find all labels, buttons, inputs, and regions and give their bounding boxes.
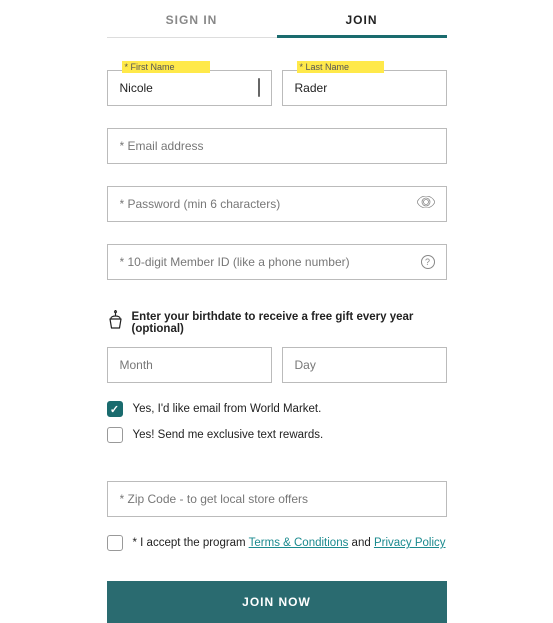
first-name-field: * First Name (107, 70, 272, 106)
opt-email-row: Yes, I'd like email from World Market. (107, 401, 447, 417)
contacts-icon (258, 79, 260, 97)
name-row: * First Name * Last Name (107, 70, 447, 106)
terms-label: * I accept the program Terms & Condition… (133, 537, 446, 549)
terms-checkbox[interactable] (107, 535, 123, 551)
opt-text-label: Yes! Send me exclusive text rewards. (133, 429, 324, 441)
birthday-prompt: Enter your birthdate to receive a free g… (107, 310, 447, 335)
opt-text-row: Yes! Send me exclusive text rewards. (107, 427, 447, 443)
email-input[interactable] (107, 128, 447, 164)
password-input[interactable] (107, 186, 447, 222)
terms-and: and (348, 537, 374, 549)
month-input[interactable] (107, 347, 272, 383)
day-input[interactable] (282, 347, 447, 383)
join-form: SIGN IN JOIN * First Name * Last Name ? … (107, 0, 447, 623)
tab-join[interactable]: JOIN (277, 5, 447, 38)
password-field (107, 186, 447, 222)
tab-signin[interactable]: SIGN IN (107, 5, 277, 38)
opt-email-checkbox[interactable] (107, 401, 123, 417)
last-name-label: * Last Name (294, 62, 388, 72)
zip-input[interactable] (107, 481, 447, 517)
terms-link[interactable]: Terms & Conditions (249, 537, 349, 549)
privacy-link[interactable]: Privacy Policy (374, 537, 446, 549)
first-name-input[interactable] (107, 70, 272, 106)
birthday-row (107, 347, 447, 383)
help-icon[interactable]: ? (421, 255, 435, 269)
cupcake-icon (107, 310, 124, 335)
join-now-button[interactable]: JOIN NOW (107, 581, 447, 623)
email-field (107, 128, 447, 164)
last-name-field: * Last Name (282, 70, 447, 106)
terms-row: * I accept the program Terms & Condition… (107, 535, 447, 551)
terms-prefix: * I accept the program (133, 537, 249, 549)
opt-email-label: Yes, I'd like email from World Market. (133, 403, 322, 415)
member-id-input[interactable] (107, 244, 447, 280)
last-name-input[interactable] (282, 70, 447, 106)
eye-icon[interactable] (417, 195, 435, 213)
opt-text-checkbox[interactable] (107, 427, 123, 443)
tabs: SIGN IN JOIN (107, 5, 447, 38)
first-name-label: * First Name (119, 62, 213, 72)
member-id-field: ? (107, 244, 447, 280)
zip-field (107, 481, 447, 517)
birthday-text: Enter your birthdate to receive a free g… (132, 311, 447, 335)
